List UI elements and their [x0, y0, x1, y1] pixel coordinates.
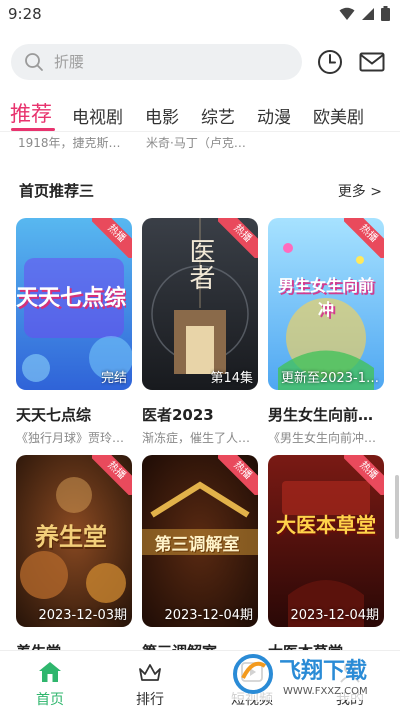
poster-image: 医者 热播 第14集 [142, 218, 258, 390]
wifi-icon [339, 7, 355, 20]
tab-movies[interactable]: 电影 [145, 103, 179, 128]
battery-icon [381, 6, 390, 21]
hot-badge: 热播 [344, 455, 384, 495]
tabs-divider [0, 131, 400, 132]
video-card[interactable]: 男生女生向前冲 热播 更新至2023-1… 男生女生向前… 《男生女生向前冲… [268, 218, 384, 446]
search-input[interactable] [54, 53, 274, 71]
episode-label: 2023-12-04期 [164, 608, 253, 623]
card-title: 天天七点综 [16, 406, 92, 424]
poster-title-art: 第三调解室 [154, 535, 240, 555]
tab-tv-series[interactable]: 电视剧 [72, 103, 123, 128]
poster-image: 天天七点综 热播 完结 [16, 218, 132, 390]
episode-label: 完结 [100, 371, 127, 386]
message-envelope-icon[interactable] [358, 48, 386, 76]
nav-label: 排行 [136, 692, 164, 708]
video-card[interactable]: 养生堂 热播 2023-12-03期 养生堂 [16, 455, 132, 666]
nav-item-home[interactable]: 首页 [20, 661, 80, 709]
section-title: 首页推荐三 [19, 182, 95, 200]
hot-badge: 热播 [218, 218, 258, 258]
hot-badge: 热播 [92, 218, 132, 258]
poster-title-art: 养生堂 [35, 523, 107, 551]
card-title: 医者2023 [142, 406, 214, 424]
episode-label: 2023-12-03期 [38, 608, 127, 623]
hot-badge: 热播 [92, 455, 132, 495]
poster-title-art: 天天七点综 [16, 286, 126, 311]
search-icon [25, 53, 43, 71]
poster-image: 第三调解室 热播 2023-12-04期 [142, 455, 258, 627]
video-card[interactable]: 医者 热播 第14集 医者2023 渐冻症，催生了人… [142, 218, 258, 446]
tab-variety[interactable]: 综艺 [201, 103, 235, 128]
nav-label: 首页 [36, 692, 64, 708]
episode-label: 更新至2023-1… [280, 371, 379, 386]
svg-text:飞翔下载: 飞翔下载 [279, 658, 367, 684]
hot-badge: 热播 [218, 455, 258, 495]
signal-icon [362, 7, 374, 20]
search-box[interactable] [11, 44, 302, 80]
status-bar: 9:28 [0, 0, 400, 30]
card-title: 男生女生向前… [268, 406, 374, 424]
tab-anime[interactable]: 动漫 [257, 103, 291, 128]
list-item-desc-partial: 1918年，捷克斯… [18, 136, 121, 150]
card-desc: 渐冻症，催生了人… [142, 431, 251, 445]
category-tabs: 推荐 电视剧 电影 综艺 动漫 欧美剧 [0, 94, 400, 128]
poster-title-art: 男生女生向前冲 [277, 276, 374, 319]
poster-title-art: 大医本草堂 [276, 513, 376, 537]
poster-image: 男生女生向前冲 热播 更新至2023-1… [268, 218, 384, 390]
poster-title-art: 医者 [185, 238, 215, 290]
episode-label: 第14集 [210, 371, 253, 386]
card-desc: 《男生女生向前冲… [268, 431, 377, 445]
video-card[interactable]: 天天七点综 热播 完结 天天七点综 《独行月球》贾玲… [16, 218, 132, 446]
status-time: 9:28 [8, 5, 42, 23]
episode-label: 2023-12-04期 [290, 608, 379, 623]
watermark-logo: 飞翔下载 WWW.FXXZ.COM [225, 648, 400, 703]
nav-item-ranking[interactable]: 排行 [120, 661, 180, 709]
scrollbar-thumb[interactable] [395, 475, 399, 539]
svg-text:WWW.FXXZ.COM: WWW.FXXZ.COM [283, 686, 368, 697]
home-icon [39, 662, 61, 682]
card-desc: 《独行月球》贾玲… [16, 431, 125, 445]
poster-image: 大医本草堂 热播 2023-12-04期 [268, 455, 384, 627]
list-item-desc-partial: 米奇·马丁（卢克… [146, 136, 246, 150]
crown-ranking-icon [139, 664, 161, 681]
video-card[interactable]: 大医本草堂 热播 2023-12-04期 大医本草堂 [268, 455, 384, 666]
poster-image: 养生堂 热播 2023-12-03期 [16, 455, 132, 627]
history-clock-icon[interactable] [316, 48, 344, 76]
more-link[interactable]: 更多 > [338, 181, 382, 201]
tab-recommend[interactable]: 推荐 [10, 98, 52, 128]
video-card[interactable]: 第三调解室 热播 2023-12-04期 第三调解室 [142, 455, 258, 666]
hot-badge: 热播 [344, 218, 384, 258]
tab-western-series[interactable]: 欧美剧 [313, 103, 364, 128]
